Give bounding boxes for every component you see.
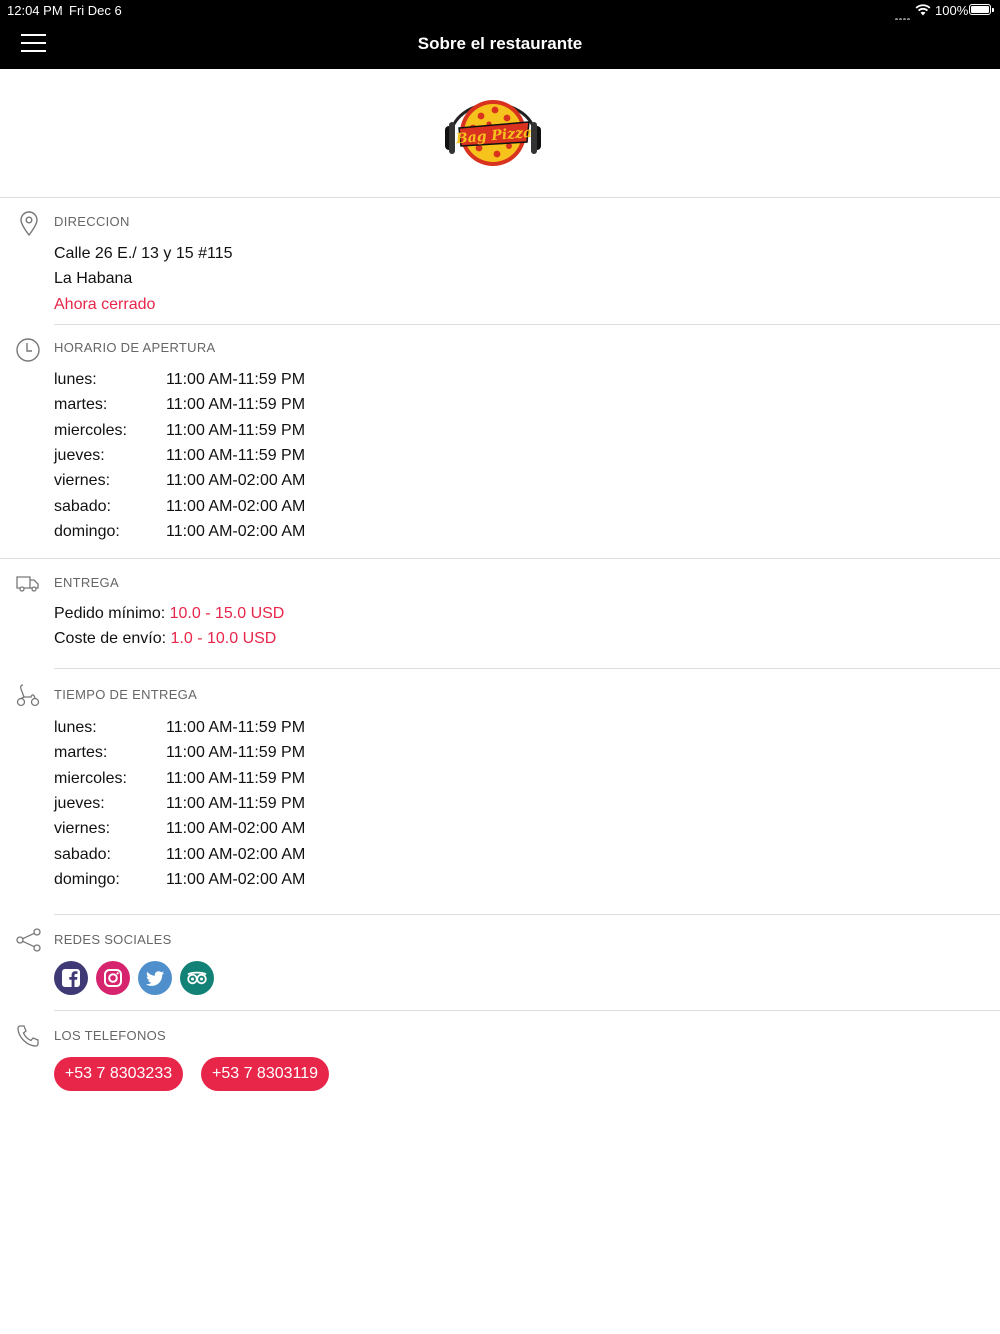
address-title: DIRECCION (54, 214, 130, 229)
delivery-time-day: sabado: (54, 845, 111, 863)
delivery-time-day: domingo: (54, 870, 120, 888)
phone-icon (17, 1025, 39, 1047)
divider (0, 558, 1000, 559)
delivery-time-hours: 11:00 AM-11:59 PM (166, 744, 306, 762)
shipping-cost-value: 1.0 - 10.0 USD (170, 630, 277, 647)
opening-hours-hours: 11:00 AM-11:59 PM (166, 371, 306, 388)
delivery-time-day: lunes: (54, 719, 97, 736)
scooter-icon (16, 684, 40, 707)
opening-hours-day: sabado: (54, 497, 111, 515)
share-icon (16, 928, 41, 952)
delivery-time-hours: 11:00 AM-11:59 PM (166, 794, 306, 812)
address-line-2: La Habana (54, 270, 133, 287)
signal-dots-icon (895, 9, 911, 21)
divider (54, 914, 1000, 915)
opening-hours-day: viernes: (54, 472, 111, 490)
open-status: Ahora cerrado (54, 296, 156, 313)
divider (54, 1010, 1000, 1011)
delivery-time-hours: 11:00 AM-02:00 AM (166, 820, 306, 838)
opening-hours-hours: 11:00 AM-02:00 AM (166, 472, 306, 490)
opening-hours-title: HORARIO DE APERTURA (54, 340, 216, 355)
min-order-label: Pedido mínimo: (54, 605, 166, 622)
opening-hours-hours: 11:00 AM-11:59 PM (166, 446, 306, 464)
delivery-time-day: martes: (54, 744, 108, 762)
delivery-time-title: TIEMPO DE ENTREGA (54, 687, 198, 702)
opening-hours-hours: 11:00 AM-11:59 PM (166, 421, 306, 439)
tripadvisor-icon[interactable] (180, 961, 214, 995)
facebook-icon[interactable] (54, 961, 88, 995)
phones-title: LOS TELEFONOS (54, 1028, 167, 1043)
app-root: 12:04 PM Fri Dec 6 100% Sobre el restaur… (0, 0, 1000, 1334)
status-bar: 12:04 PM Fri Dec 6 100% (0, 0, 1000, 21)
delivery-time-day: viernes: (54, 820, 111, 838)
clock-icon (16, 338, 40, 362)
instagram-icon[interactable] (96, 961, 130, 995)
battery-percentage: 100% (935, 3, 969, 18)
opening-hours-hours: 11:00 AM-02:00 AM (166, 497, 306, 515)
delivery-truck-icon (16, 576, 39, 592)
opening-hours-day: martes: (54, 396, 108, 414)
opening-hours-hours: 11:00 AM-02:00 AM (166, 522, 306, 540)
delivery-time-hours: 11:00 AM-02:00 AM (166, 870, 306, 888)
delivery-time-day: miercoles: (54, 769, 127, 787)
opening-hours-day: miercoles: (54, 421, 127, 439)
delivery-title: ENTREGA (54, 575, 119, 590)
divider (54, 668, 1000, 669)
status-time: 12:04 PM (7, 3, 63, 18)
opening-hours-day: jueves: (54, 446, 105, 464)
pizza-logo: Bag Pizza (445, 100, 541, 166)
navigation-bar: Sobre el restaurante (0, 20, 1000, 69)
delivery-time-day: jueves: (54, 794, 105, 812)
shipping-cost-row: Coste de envío: 1.0 - 10.0 USD (54, 630, 276, 648)
battery-icon (969, 4, 994, 15)
opening-hours-day: lunes: (54, 371, 97, 388)
status-date: Fri Dec 6 (69, 3, 122, 18)
address-line-1: Calle 26 E./ 13 y 15 #115 (54, 245, 233, 262)
wifi-icon (915, 4, 931, 16)
phone-button-2[interactable]: +53 7 8303119 (201, 1057, 329, 1091)
twitter-icon[interactable] (138, 961, 172, 995)
divider (0, 197, 1000, 198)
social-title: REDES SOCIALES (54, 932, 172, 947)
page-title: Sobre el restaurante (417, 34, 583, 53)
delivery-time-hours: 11:00 AM-11:59 PM (166, 719, 306, 736)
shipping-cost-label: Coste de envío: (54, 630, 167, 647)
min-order-row: Pedido mínimo: 10.0 - 15.0 USD (54, 605, 284, 623)
min-order-value: 10.0 - 15.0 USD (169, 605, 285, 622)
location-pin-icon (20, 211, 38, 237)
delivery-time-hours: 11:00 AM-11:59 PM (166, 769, 306, 787)
opening-hours-day: domingo: (54, 522, 120, 540)
divider (54, 324, 1000, 325)
opening-hours-hours: 11:00 AM-11:59 PM (166, 396, 306, 414)
phone-button-1[interactable]: +53 7 8303233 (54, 1057, 183, 1091)
delivery-time-hours: 11:00 AM-02:00 AM (166, 845, 306, 863)
